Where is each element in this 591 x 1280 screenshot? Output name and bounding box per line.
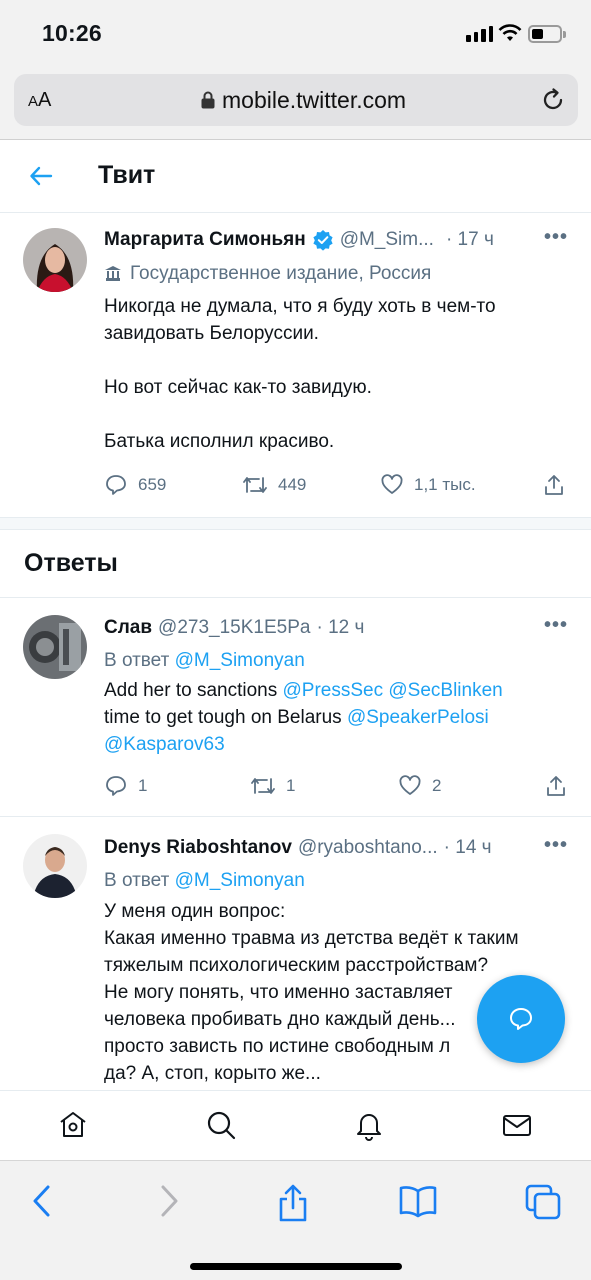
reply-to-link[interactable]: @M_Simonyan: [175, 650, 305, 671]
like-count: 2: [432, 776, 442, 795]
replies-heading: Ответы: [24, 549, 118, 577]
author-name[interactable]: Denys Riaboshtanov: [104, 837, 292, 859]
retweet-icon: [251, 778, 275, 794]
author-name[interactable]: Слав: [104, 617, 152, 639]
safari-toolbar: [0, 1160, 591, 1280]
avatar[interactable]: [23, 615, 87, 679]
browser-address-area: AA mobile.twitter.com: [0, 66, 591, 140]
tabs-icon[interactable]: [524, 1183, 562, 1221]
share-icon[interactable]: [544, 774, 568, 798]
mention-link[interactable]: @PressSec: [283, 680, 384, 701]
share-icon[interactable]: [276, 1183, 310, 1223]
verified-badge-icon: [313, 230, 333, 251]
home-icon[interactable]: [57, 1109, 89, 1141]
tweet-text-part: Add her to sanctions: [104, 680, 278, 701]
status-bar: 10:26: [0, 0, 591, 66]
tweet-actions: 1 1 2: [104, 774, 568, 804]
speech-bubble-icon: [510, 1008, 532, 1030]
reply-icon: [106, 475, 126, 495]
reply-button[interactable]: 659: [104, 473, 166, 497]
avatar[interactable]: [23, 834, 87, 898]
reply-icon: [106, 776, 126, 796]
reply-count: 659: [138, 475, 167, 494]
back-icon[interactable]: [30, 1183, 54, 1219]
divider: [0, 597, 591, 598]
like-button[interactable]: 1,1 тыс.: [380, 473, 476, 497]
reply-to-link[interactable]: @M_Simonyan: [175, 870, 305, 891]
retweet-count: 1: [286, 776, 296, 795]
battery-icon: [528, 25, 566, 43]
page-title: Твит: [98, 161, 156, 189]
state-media-icon: [105, 266, 121, 281]
state-media-label: Государственное издание, Россия: [104, 263, 431, 285]
more-options-icon[interactable]: •••: [544, 834, 568, 857]
reply-author-row: Слав @273_15K1E5Pa · 12 ч: [104, 617, 364, 639]
heart-icon: [399, 775, 421, 795]
section-divider: [0, 517, 591, 530]
tweet-time[interactable]: · 12 ч: [316, 617, 364, 639]
home-indicator: [190, 1263, 402, 1270]
tweet-author-row: Маргарита Симоньян @M_Sim... · 17 ч: [104, 229, 494, 251]
mention-link[interactable]: @SpeakerPelosi: [347, 707, 489, 728]
avatar[interactable]: [23, 228, 87, 292]
share-icon[interactable]: [542, 473, 566, 497]
reload-icon[interactable]: [540, 87, 566, 113]
tweet-text: Никогда не думала, что я буду хоть в чем…: [104, 296, 496, 452]
retweet-icon: [243, 477, 267, 493]
mention-link[interactable]: @SecBlinken: [388, 680, 502, 701]
notifications-icon[interactable]: [353, 1109, 385, 1141]
wifi-icon: [498, 24, 522, 41]
tweet-page-header: Твит: [0, 141, 591, 213]
tweet-time[interactable]: · 17 ч: [446, 229, 494, 251]
mention-link[interactable]: @Kasparov63: [104, 734, 225, 755]
reply-button[interactable]: 1: [104, 774, 147, 798]
reply-count: 1: [138, 776, 148, 795]
state-media-text: Государственное издание, Россия: [130, 263, 432, 284]
reply-to-line: В ответ @M_Simonyan: [104, 650, 305, 672]
reply-to-line: В ответ @M_Simonyan: [104, 870, 305, 892]
divider: [0, 816, 591, 817]
like-button[interactable]: 2: [398, 774, 441, 798]
messages-icon[interactable]: [501, 1109, 533, 1141]
back-arrow-icon[interactable]: [28, 163, 54, 189]
reply-to-prefix: В ответ: [104, 650, 170, 671]
text-size-button[interactable]: AA: [28, 89, 51, 112]
twitter-bottom-nav: [0, 1090, 591, 1160]
author-name[interactable]: Маргарита Симоньян: [104, 229, 306, 251]
retweet-button[interactable]: 449: [242, 473, 306, 497]
bookmarks-icon[interactable]: [398, 1183, 438, 1219]
tweet-actions: 659 449 1,1 тыс.: [104, 473, 568, 503]
compose-reply-button[interactable]: [477, 975, 565, 1063]
url-text[interactable]: mobile.twitter.com: [222, 87, 406, 114]
more-options-icon[interactable]: •••: [544, 614, 568, 637]
lock-icon: [201, 91, 215, 109]
forward-icon[interactable]: [157, 1183, 181, 1219]
tweet-text: Add her to sanctions @PressSec @SecBlink…: [104, 677, 574, 758]
tweet-text-part: time to get tough on Belarus: [104, 707, 342, 728]
retweet-button[interactable]: 1: [250, 774, 295, 798]
heart-icon: [381, 474, 403, 494]
author-handle[interactable]: @273_15K1E5Pa: [158, 617, 310, 639]
status-time: 10:26: [42, 20, 102, 46]
more-options-icon[interactable]: •••: [544, 226, 568, 249]
reply-author-row: Denys Riaboshtanov @ryaboshtano... · 14 …: [104, 837, 492, 859]
search-icon[interactable]: [205, 1109, 237, 1141]
author-handle[interactable]: @ryaboshtano...: [298, 837, 438, 859]
address-bar[interactable]: AA mobile.twitter.com: [14, 74, 578, 126]
tweet-time[interactable]: · 14 ч: [444, 837, 492, 859]
reply-to-prefix: В ответ: [104, 870, 170, 891]
author-handle[interactable]: @M_Sim...: [340, 229, 434, 251]
cellular-signal-icon: [466, 26, 493, 42]
retweet-count: 449: [278, 475, 307, 494]
like-count: 1,1 тыс.: [414, 475, 476, 494]
